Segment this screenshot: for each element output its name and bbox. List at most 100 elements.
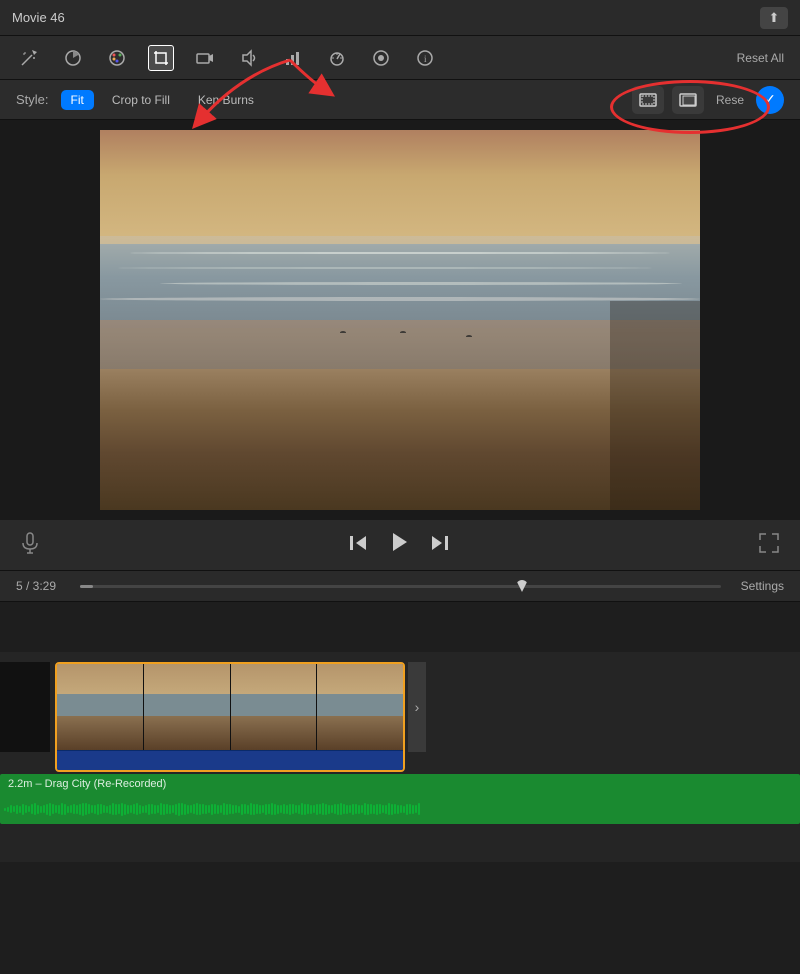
window-title: Movie 46	[12, 10, 760, 25]
color-wheel-tool[interactable]	[60, 45, 86, 71]
waveform-bar	[352, 804, 354, 815]
audio-tool[interactable]	[236, 45, 262, 71]
waveform-bar	[193, 804, 195, 814]
clip-thumbnail-4	[317, 664, 403, 750]
waveform-bar	[22, 804, 24, 815]
waveform-bar	[418, 803, 420, 815]
clip-thumbnail-2	[144, 664, 231, 750]
waveform-bar	[154, 805, 156, 814]
style-label: Style:	[16, 92, 49, 107]
waveform-bar	[178, 803, 180, 816]
waveform-bar	[196, 803, 198, 815]
waveform-bar	[370, 804, 372, 814]
waveform-bar	[217, 805, 219, 814]
skip-back-button[interactable]	[348, 533, 368, 558]
ken-burns-button[interactable]: Ken Burns	[188, 90, 264, 110]
waveform-bar	[133, 804, 135, 814]
waveform-bar	[82, 803, 84, 816]
waveform-bar	[160, 803, 162, 815]
magic-wand-tool[interactable]	[16, 45, 42, 71]
fit-button[interactable]: Fit	[61, 90, 94, 110]
color-palette-tool[interactable]	[104, 45, 130, 71]
waveform-bar	[25, 805, 27, 813]
checkmark-icon: ✓	[764, 91, 776, 108]
reset-all-button[interactable]: Reset All	[737, 51, 784, 65]
left-clip[interactable]	[0, 662, 50, 752]
video-clip[interactable]	[55, 662, 405, 772]
waveform-bar	[4, 808, 6, 811]
info-tool[interactable]: i	[412, 45, 438, 71]
crop-frame-button[interactable]	[672, 86, 704, 114]
scrubber-track[interactable]	[80, 585, 721, 588]
waveform-bar	[205, 805, 207, 814]
waveform-bar	[349, 805, 351, 813]
reset-button[interactable]: Rese	[712, 93, 748, 107]
microphone-button[interactable]	[20, 532, 40, 559]
chart-tool[interactable]	[280, 45, 306, 71]
waveform-bar	[211, 804, 213, 815]
waveform-bar	[10, 805, 12, 813]
svg-text:i: i	[424, 54, 427, 64]
scrubber-thumb[interactable]	[516, 580, 528, 592]
waveform-bar	[61, 803, 63, 815]
waveform-bar	[172, 805, 174, 813]
waveform-bar	[94, 805, 96, 814]
waveform-bar	[343, 804, 345, 814]
waveform-bar	[280, 805, 282, 813]
waveform-bar	[58, 805, 60, 814]
waveform-bar	[139, 805, 141, 814]
waveform-bar	[400, 805, 402, 813]
waveform-bar	[100, 804, 102, 814]
fullscreen-button[interactable]	[758, 532, 780, 559]
overlay-tool[interactable]	[368, 45, 394, 71]
waveform-bar	[187, 805, 189, 814]
waveform-bar	[31, 804, 33, 814]
waveform-bar	[73, 804, 75, 814]
waveform-bar	[97, 804, 99, 815]
waveform-bar	[358, 805, 360, 814]
waveform-bar	[7, 807, 9, 812]
waveform-bar	[253, 804, 255, 815]
done-button[interactable]: ✓	[756, 86, 784, 114]
waveform-bar	[130, 805, 132, 813]
waveform-bar	[16, 805, 18, 814]
skip-forward-button[interactable]	[430, 533, 450, 558]
waveform-bar	[127, 805, 129, 814]
clip-thumbnail-3	[231, 664, 318, 750]
waveform-bar	[142, 806, 144, 813]
play-button[interactable]	[388, 531, 410, 559]
waveform-bar	[385, 805, 387, 814]
audio-track[interactable]: 2.2m – Drag City (Re-Recorded)	[0, 774, 800, 824]
crop-to-fill-button[interactable]: Crop to Fill	[102, 90, 180, 110]
style-right-controls: Rese ✓	[632, 86, 784, 114]
waveform-bar	[403, 806, 405, 813]
waveform-bar	[232, 805, 234, 814]
waveform-bar	[208, 805, 210, 813]
waveform-bar	[295, 805, 297, 813]
waveform-bar	[91, 805, 93, 813]
waveform-bar	[271, 803, 273, 815]
playback-controls	[0, 520, 800, 570]
waveform-bar	[28, 806, 30, 812]
waveform-bar	[52, 804, 54, 814]
waveform-bar	[394, 804, 396, 814]
waveform-bar	[106, 806, 108, 813]
waveform-bar	[319, 804, 321, 814]
share-button[interactable]: ⬆	[760, 7, 788, 29]
waveform-bar	[265, 804, 267, 815]
waveform-bar	[121, 803, 123, 816]
waveform-bar	[229, 804, 231, 814]
fit-frame-button[interactable]	[632, 86, 664, 114]
waveform-bar	[247, 805, 249, 814]
waveform-bar	[262, 805, 264, 813]
waveform-bar	[316, 804, 318, 815]
waveform-bar	[268, 804, 270, 814]
waveform-bar	[46, 804, 48, 815]
crop-tool[interactable]	[148, 45, 174, 71]
waveform-bar	[163, 804, 165, 815]
waveform-bar	[361, 805, 363, 813]
speed-tool[interactable]	[324, 45, 350, 71]
video-preview	[0, 120, 800, 520]
settings-button[interactable]: Settings	[741, 579, 784, 593]
camera-tool[interactable]	[192, 45, 218, 71]
